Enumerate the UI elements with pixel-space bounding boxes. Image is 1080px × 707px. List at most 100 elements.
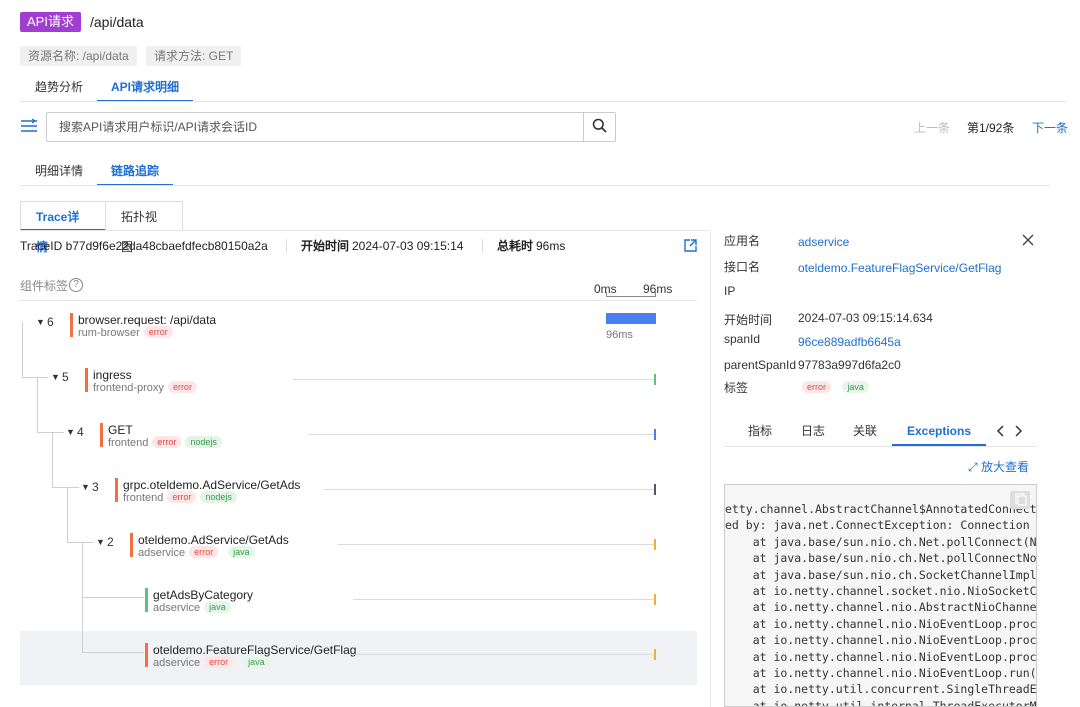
span-name[interactable]: getAdsByCategory — [153, 588, 253, 602]
app-name-value[interactable]: adservice — [798, 235, 849, 249]
menu-icon[interactable] — [20, 118, 38, 137]
request-method-chip: 请求方法: GET — [146, 46, 242, 66]
tag-error: error — [143, 326, 173, 338]
collapse-toggle-icon[interactable]: ▼ — [81, 482, 90, 492]
tab-related[interactable]: 关联 — [853, 420, 877, 446]
divider — [724, 446, 1037, 447]
span-status-bar — [145, 643, 148, 667]
tag-java: java — [243, 656, 270, 668]
divider — [482, 239, 483, 253]
timeline-track — [308, 434, 656, 435]
tab-api-request-detail[interactable]: API请求明细 — [97, 72, 194, 102]
tab-metrics[interactable]: 指标 — [748, 420, 772, 446]
close-icon[interactable] — [1022, 234, 1034, 249]
tab-detail-info[interactable]: 明细详情 — [35, 156, 83, 186]
span-status-bar — [145, 588, 148, 612]
search-input[interactable] — [59, 113, 579, 141]
stacktrace-line: at java.base/sun.nio.ch.Net.pollConnect(… — [725, 534, 1037, 549]
span-name[interactable]: GET — [108, 423, 133, 437]
tab-logs[interactable]: 日志 — [801, 420, 825, 446]
tag-error: error — [204, 656, 234, 668]
timeline-tick — [606, 292, 607, 297]
child-count: 5 — [62, 370, 69, 384]
tab-trend-analysis[interactable]: 趋势分析 — [35, 72, 83, 102]
component-tag-label: 组件标签 — [20, 279, 69, 293]
prev-button[interactable]: 上一条 — [914, 120, 950, 136]
tree-line — [67, 542, 94, 543]
copy-icon[interactable] — [1010, 491, 1030, 509]
tag-nodejs: nodejs — [185, 436, 222, 448]
stacktrace-line: at java.base/sun.nio.ch.Net.pollConnectN… — [725, 551, 1037, 566]
span-service: frontend-proxy error — [93, 381, 197, 394]
selected-span-row-bg — [20, 631, 697, 685]
tag-error: error — [802, 381, 832, 393]
tab-trace-tracking[interactable]: 链路追踪 — [97, 156, 174, 186]
interface-name-value[interactable]: oteldemo.FeatureFlagService/GetFlag — [798, 261, 1001, 275]
api-request-badge: API请求 — [20, 12, 81, 32]
expand-view-label: 放大查看 — [980, 460, 1029, 474]
stacktrace-line: at io.netty.channel.socket.nio.NioSocket… — [725, 584, 1037, 598]
timeline-track — [323, 489, 656, 490]
tag-error: error — [189, 546, 219, 558]
chevron-left-icon[interactable] — [996, 425, 1004, 440]
search-icon — [592, 118, 607, 136]
span-duration-bar[interactable] — [654, 484, 656, 495]
chevron-right-icon[interactable] — [1015, 425, 1023, 440]
divider — [20, 230, 710, 231]
span-duration-bar[interactable] — [654, 429, 656, 440]
start-time-label: 开始时间 — [301, 239, 350, 253]
tree-line — [22, 377, 48, 378]
tab-exceptions[interactable]: Exceptions — [892, 420, 987, 446]
span-name[interactable]: browser.request: /api/data — [78, 313, 216, 327]
expand-icon: ⤢ — [968, 460, 978, 474]
collapse-toggle-icon[interactable]: ▼ — [66, 427, 75, 437]
span-duration-bar[interactable] — [654, 594, 656, 605]
service-name: adservice — [153, 602, 201, 614]
span-id-value[interactable]: 96ce889adfb6645a — [798, 335, 901, 349]
parent-span-id-label: parentSpanId — [724, 358, 797, 372]
span-name[interactable]: ingress — [93, 368, 132, 382]
total-duration-label: 总耗时 — [497, 239, 534, 253]
expand-view-button[interactable]: ⤢ 放大查看 — [968, 458, 1029, 475]
tree-line — [67, 487, 68, 542]
total-duration-value: 96ms — [536, 239, 566, 253]
span-status-bar — [130, 533, 133, 557]
collapse-toggle-icon[interactable]: ▼ — [51, 372, 60, 382]
span-duration-label: 96ms — [606, 329, 633, 341]
span-service: adservice error java — [138, 546, 255, 559]
collapse-toggle-icon[interactable]: ▼ — [36, 317, 45, 327]
child-count: 2 — [107, 535, 114, 549]
search-button[interactable] — [583, 113, 615, 141]
exception-stacktrace[interactable]: etty.channel.AbstractChannel$AnnotatedCo… — [724, 484, 1037, 707]
span-name[interactable]: grpc.oteldemo.AdService/GetAds — [123, 478, 300, 492]
service-name: frontend — [123, 492, 164, 504]
next-button[interactable]: 下一条 — [1032, 120, 1068, 136]
tags-list: error java — [798, 380, 869, 394]
span-duration-bar[interactable] — [606, 313, 656, 324]
span-service: frontend error nodejs — [123, 491, 237, 504]
collapse-toggle-icon[interactable]: ▼ — [96, 537, 105, 547]
span-service: frontend error nodejs — [108, 436, 222, 449]
span-service: rum-browser error — [78, 326, 173, 339]
divider — [20, 101, 1066, 102]
span-name[interactable]: oteldemo.AdService/GetAds — [138, 533, 289, 547]
child-count: 6 — [47, 315, 54, 329]
span-duration-bar[interactable] — [654, 374, 656, 385]
help-icon[interactable]: ? — [69, 278, 83, 292]
open-external-icon[interactable] — [684, 239, 697, 255]
trace-id: TraceID b77d9f6e22da48cbaefdfecb80150a2a — [20, 239, 268, 253]
service-name: frontend-proxy — [93, 382, 164, 394]
stacktrace-line: at io.netty.util.internal.ThreadExecutor… — [725, 698, 1037, 707]
stacktrace-line: at io.netty.channel.nio.NioEventLoop.pro… — [725, 633, 1037, 648]
span-duration-bar[interactable] — [654, 649, 656, 660]
tab-topology-view[interactable]: 拓扑视图 — [105, 201, 183, 254]
span-duration-bar[interactable] — [654, 539, 656, 550]
ip-label: IP — [724, 284, 736, 298]
span-name[interactable]: oteldemo.FeatureFlagService/GetFlag — [153, 643, 356, 657]
tab-trace-detail[interactable]: Trace详情 — [20, 201, 106, 254]
span-status-bar — [100, 423, 103, 447]
parent-span-id-value: 97783a997d6fa2c0 — [798, 358, 901, 372]
stacktrace-line: at io.netty.channel.nio.NioEventLoop.run… — [725, 666, 1037, 680]
timeline-end: 96ms — [643, 282, 673, 296]
service-name: adservice — [153, 657, 201, 669]
